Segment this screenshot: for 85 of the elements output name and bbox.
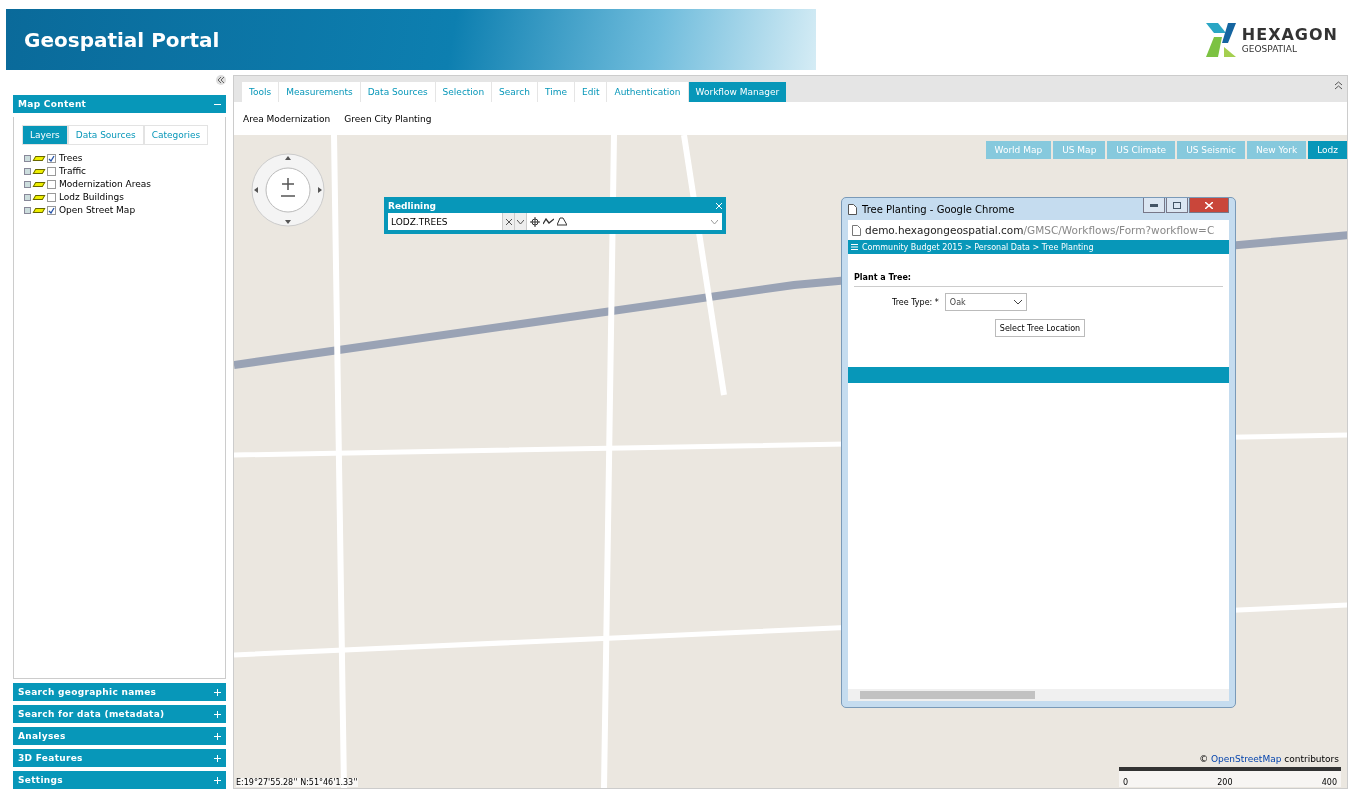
map-attribution: © OpenStreetMap contributors xyxy=(1199,754,1339,764)
plus-icon xyxy=(214,710,221,718)
field-label: Tree Type: * xyxy=(892,297,939,307)
panel-tab[interactable]: Categories xyxy=(143,125,209,145)
layer-style-icon xyxy=(32,194,46,200)
basemap-button[interactable]: New York xyxy=(1246,141,1307,159)
panel-header[interactable]: Search geographic names xyxy=(13,683,226,701)
page-icon xyxy=(848,203,857,215)
portal-title: Geospatial Portal xyxy=(24,27,220,52)
logo-icon xyxy=(1205,22,1236,57)
logo-name: HEXAGON xyxy=(1241,25,1338,44)
scale-label: 400 xyxy=(1321,778,1337,787)
address-bar[interactable]: demo.hexagongeospatial.com/GMSC/Workflows/Form?workflow=C xyxy=(848,220,1229,240)
minimize-button[interactable] xyxy=(1143,198,1165,213)
panel-header[interactable]: Analyses xyxy=(13,727,226,745)
close-icon[interactable] xyxy=(716,203,722,209)
panel-tab[interactable]: Layers xyxy=(22,125,68,145)
toolbar-tab[interactable]: Workflow Manager xyxy=(688,82,787,102)
clear-icon[interactable] xyxy=(505,218,512,225)
basemap-button[interactable]: World Map xyxy=(985,141,1052,159)
toolbar-tab[interactable]: Authentication xyxy=(607,82,688,102)
line-icon[interactable] xyxy=(543,218,554,225)
point-icon[interactable] xyxy=(530,216,540,227)
zoom-navigation-control[interactable] xyxy=(250,152,326,228)
polygon-icon[interactable] xyxy=(557,217,567,226)
attribution-link[interactable]: OpenStreetMap xyxy=(1211,754,1282,764)
plus-icon xyxy=(214,776,221,784)
form-title: Plant a Tree: xyxy=(854,273,1223,287)
toolbar-tab[interactable]: Tools xyxy=(242,82,279,102)
maximize-icon xyxy=(1173,201,1181,209)
scale-label: 200 xyxy=(1217,778,1233,787)
coordinates-readout: E:19°27'55.28'' N:51°46'1.33'' xyxy=(236,778,358,787)
plus-icon xyxy=(214,732,221,740)
layer-checkbox[interactable] xyxy=(47,205,56,215)
caret-icon[interactable] xyxy=(711,219,718,224)
collapse-icon[interactable] xyxy=(216,75,226,85)
basemap-button[interactable]: US Climate xyxy=(1107,141,1176,159)
layer-name: Modernization Areas xyxy=(59,179,151,189)
maximize-button[interactable] xyxy=(1166,198,1188,213)
layer-checkbox[interactable] xyxy=(47,153,56,163)
layer-checkbox[interactable] xyxy=(47,192,56,202)
toolbar-tab[interactable]: Measurements xyxy=(279,82,360,102)
logo-subtitle: GEOSPATIAL xyxy=(1241,44,1298,54)
minimize-icon xyxy=(1150,203,1158,207)
layer-checkbox[interactable] xyxy=(47,179,56,189)
layer-style-icon xyxy=(32,155,46,161)
page-icon xyxy=(852,224,861,236)
basemap-button[interactable]: Lodz xyxy=(1308,141,1347,159)
toolbar-tab[interactable]: Edit xyxy=(575,82,607,102)
toolbar-tab[interactable]: Search xyxy=(492,82,537,102)
layer-name: Open Street Map xyxy=(59,205,136,215)
panel-header[interactable]: 3D Features xyxy=(13,749,226,767)
horizontal-scrollbar[interactable] xyxy=(848,689,1229,701)
layer-style-icon xyxy=(32,168,46,174)
close-button[interactable] xyxy=(1189,198,1229,213)
layer-checkbox[interactable] xyxy=(47,166,56,176)
plus-icon xyxy=(214,754,221,762)
select-location-button[interactable]: Select Tree Location xyxy=(995,319,1085,337)
panel-tab[interactable]: Data Sources xyxy=(67,125,144,145)
basemap-button[interactable]: US Map xyxy=(1053,141,1106,159)
window-title: Tree Planting - Google Chrome xyxy=(862,203,1015,215)
map-content-header[interactable]: Map Content xyxy=(13,95,226,113)
toolbar-tab[interactable]: Time xyxy=(538,82,575,102)
workflow-link[interactable]: Area Modernization xyxy=(243,113,331,124)
layer-style-icon xyxy=(32,181,46,187)
menu-icon[interactable] xyxy=(851,244,858,250)
tree-type-select[interactable]: Oak xyxy=(944,293,1027,311)
scale-label: 0 xyxy=(1123,778,1129,787)
layer-name: Lodz Buildings xyxy=(59,192,124,202)
layer-style-icon xyxy=(32,207,46,213)
panel-header[interactable]: Settings xyxy=(13,771,226,789)
plus-icon xyxy=(214,688,221,696)
panel-header[interactable]: Search for data (metadata) xyxy=(13,705,226,723)
toolbar-tab[interactable]: Data Sources xyxy=(360,82,435,102)
caret-icon xyxy=(1013,299,1022,305)
workflow-link[interactable]: Green City Planting xyxy=(344,113,432,124)
breadcrumb: Community Budget 2015 > Personal Data > Tree Planting xyxy=(862,242,1094,252)
close-icon xyxy=(1205,201,1213,209)
redlining-title: Redlining xyxy=(388,201,436,211)
caret-icon[interactable] xyxy=(517,219,524,224)
layer-name: Traffic xyxy=(59,166,87,176)
toolbar-tab[interactable]: Selection xyxy=(435,82,492,102)
basemap-button[interactable]: US Seismic xyxy=(1177,141,1245,159)
layer-name: Trees xyxy=(59,153,83,163)
collapse-up-icon[interactable] xyxy=(1334,81,1343,90)
